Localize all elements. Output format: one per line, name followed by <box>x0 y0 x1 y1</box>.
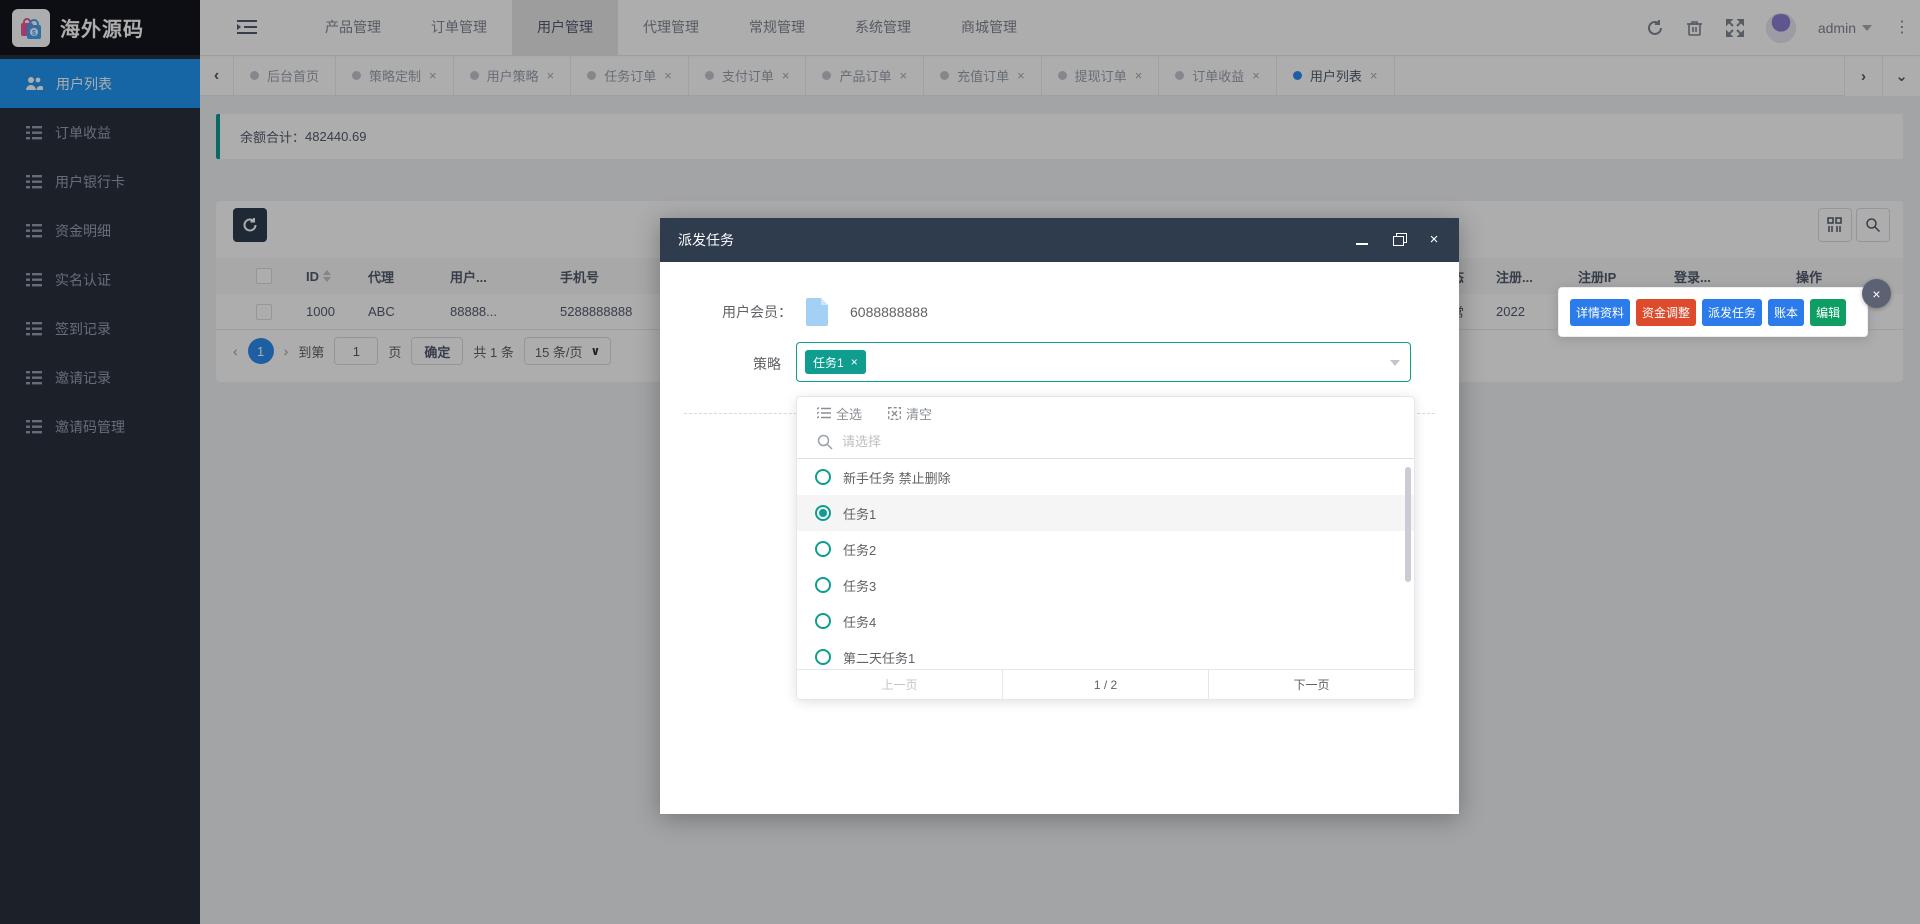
strategy-label: 策略 <box>753 356 781 372</box>
radio-checked-icon <box>815 505 831 521</box>
option-task3[interactable]: 任务3 <box>797 567 1414 603</box>
tag-remove-icon[interactable]: × <box>851 355 858 369</box>
radio-icon <box>815 649 831 665</box>
document-icon <box>806 298 828 326</box>
actions-expand-caret-icon[interactable] <box>1872 317 1884 324</box>
option-label: 任务4 <box>843 614 877 630</box>
option-newbie-task[interactable]: 新手任务 禁止删除 <box>797 459 1414 495</box>
scrollbar-thumb[interactable] <box>1405 467 1411 582</box>
dropdown-prev-page[interactable]: 上一页 <box>797 670 1002 699</box>
select-all-icon <box>817 406 831 419</box>
clear-action[interactable]: 清空 <box>888 404 932 423</box>
app-root: $ 海外源码 产品管理 订单管理 用户管理 代理管理 常规管理 系统管理 商城管… <box>0 0 1920 924</box>
option-label: 任务1 <box>843 506 877 522</box>
row-actions-popover: 详情资料 资金调整 派发任务 账本 编辑 <box>1558 287 1868 337</box>
select-caret-icon <box>1390 360 1400 366</box>
dropdown-toolbar: 全选 清空 <box>797 397 1414 425</box>
selected-tag: 任务1 × <box>805 350 866 374</box>
modal-titlebar[interactable]: 派发任务 × <box>660 218 1459 262</box>
option-task1[interactable]: 任务1 <box>797 495 1414 531</box>
radio-icon <box>815 469 831 485</box>
dropdown-search-input[interactable] <box>842 434 1362 449</box>
option-day2-task1[interactable]: 第二天任务1 <box>797 639 1414 669</box>
option-task2[interactable]: 任务2 <box>797 531 1414 567</box>
select-all-label: 全选 <box>836 406 863 422</box>
ledger-button[interactable]: 账本 <box>1768 298 1805 326</box>
tag-label: 任务1 <box>813 355 844 370</box>
radio-icon <box>815 613 831 629</box>
dropdown-page-indicator: 1 / 2 <box>1002 670 1208 699</box>
clear-label: 清空 <box>906 406 933 422</box>
option-label: 新手任务 禁止删除 <box>843 470 951 486</box>
popover-close-button[interactable]: × <box>1862 279 1891 308</box>
close-icon[interactable]: × <box>1427 232 1441 247</box>
option-label: 任务3 <box>843 578 877 594</box>
search-icon <box>817 434 833 450</box>
dropdown-next-page[interactable]: 下一页 <box>1208 670 1414 699</box>
dispatch-task-button[interactable]: 派发任务 <box>1702 298 1763 326</box>
modal-window-buttons: × <box>1355 232 1441 247</box>
member-label: 用户会员： <box>722 304 792 320</box>
dropdown-search <box>797 425 1414 459</box>
modal-title: 派发任务 <box>678 232 734 248</box>
member-value: 6088888888 <box>850 304 928 320</box>
clear-icon <box>888 406 901 420</box>
dropdown-options: 新手任务 禁止删除 任务1 任务2 任务3 任务4 第二天任务1 <box>797 459 1414 669</box>
detail-info-button[interactable]: 详情资料 <box>1570 298 1631 326</box>
strategy-select[interactable]: 任务1 × <box>796 342 1411 382</box>
funds-adjust-button[interactable]: 资金调整 <box>1636 298 1697 326</box>
dropdown-pager: 上一页 1 / 2 下一页 <box>797 669 1414 699</box>
option-label: 第二天任务1 <box>843 650 916 666</box>
member-field-row: 用户会员： 6088888888 <box>722 294 928 330</box>
radio-icon <box>815 541 831 557</box>
minimize-icon[interactable] <box>1355 233 1369 247</box>
option-task4[interactable]: 任务4 <box>797 603 1414 639</box>
maximize-icon[interactable] <box>1391 233 1407 247</box>
strategy-dropdown-panel: 全选 清空 新手任务 禁止删除 任务1 任务2 任务3 任务4 第二天任务1 上… <box>796 396 1415 700</box>
option-label: 任务2 <box>843 542 877 558</box>
radio-icon <box>815 577 831 593</box>
edit-button[interactable]: 编辑 <box>1810 298 1847 326</box>
select-all-action[interactable]: 全选 <box>817 404 862 423</box>
